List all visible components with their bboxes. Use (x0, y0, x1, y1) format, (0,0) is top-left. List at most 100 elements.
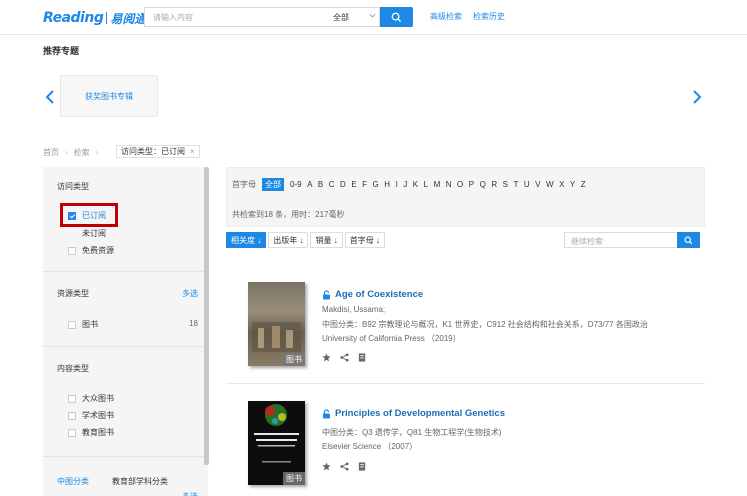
checkbox[interactable] (68, 428, 76, 437)
letter-p[interactable]: P (469, 180, 474, 189)
search-input[interactable]: 请输入内容 全部 (144, 7, 380, 27)
logo-text-cn: 易阅通 (110, 11, 147, 26)
carousel-prev-icon[interactable] (45, 90, 55, 104)
letter-filter: 首字母 全部 0-9 A B C D E F G H I J K L M N O… (232, 178, 591, 191)
letter-b[interactable]: B (318, 180, 323, 189)
letter-j[interactable]: J (403, 180, 407, 189)
resource-badge: 图书 (283, 353, 305, 366)
tab-moe-classification[interactable]: 教育部学科分类 (112, 476, 168, 487)
tab-clc-classification[interactable]: 中图分类 (57, 476, 89, 487)
cite-icon[interactable] (358, 462, 366, 471)
letter-c[interactable]: C (329, 180, 335, 189)
chevron-right-icon: › (95, 148, 99, 157)
result-title[interactable]: Age of Coexistence (322, 289, 423, 300)
close-icon[interactable]: × (190, 147, 195, 156)
favorite-icon[interactable] (322, 462, 331, 471)
search-button[interactable] (380, 7, 413, 27)
letter-s[interactable]: S (503, 180, 508, 189)
checkbox[interactable] (68, 246, 76, 255)
breadcrumb: 首页 › 检索 › (43, 147, 104, 158)
letter-l[interactable]: L (424, 180, 428, 189)
search-history-link[interactable]: 检索历史 (473, 11, 505, 22)
search-scope-select[interactable]: 全部 (333, 12, 349, 23)
logo-text-en: Reading (43, 10, 104, 26)
search-within-button[interactable] (677, 232, 700, 248)
divider (43, 271, 204, 272)
letter-y[interactable]: Y (570, 180, 575, 189)
favorite-icon[interactable] (322, 353, 331, 362)
letter-x[interactable]: X (559, 180, 564, 189)
breadcrumb-search[interactable]: 检索 (74, 147, 90, 158)
letter-k[interactable]: K (413, 180, 418, 189)
facet-option-label: 免费资源 (82, 246, 114, 255)
letter-g[interactable]: G (373, 180, 379, 189)
chevron-down-icon[interactable] (369, 12, 376, 19)
letter-h[interactable]: H (384, 180, 390, 189)
multi-select-link[interactable]: 多选 (182, 288, 198, 299)
sort-bar: 相关度 ↓ 出版年 ↓ 销量 ↓ 首字母 ↓ (226, 232, 387, 248)
letter-o[interactable]: O (457, 180, 463, 189)
lock-open-icon (323, 408, 330, 418)
share-icon[interactable] (340, 353, 349, 362)
letter-q[interactable]: Q (480, 180, 486, 189)
carousel-next-icon[interactable] (692, 90, 702, 104)
facet-title-access: 访问类型 (57, 182, 89, 191)
sort-relevance-button[interactable]: 相关度 ↓ (226, 232, 267, 248)
book-cover[interactable]: 图书 (248, 282, 305, 366)
letter-d[interactable]: D (340, 180, 346, 189)
letter-t[interactable]: T (513, 180, 518, 189)
chevron-right-icon: › (65, 148, 68, 157)
divider (226, 383, 705, 384)
sort-sales-button[interactable]: 销量 ↓ (310, 232, 343, 248)
letter-e[interactable]: E (351, 180, 356, 189)
topic-card-label: 获奖图书专辑 (85, 91, 133, 101)
search-within-input[interactable]: 继续检索 (564, 232, 678, 248)
facet-option-academic[interactable]: 学术图书 (68, 410, 114, 421)
letter-a[interactable]: A (307, 180, 312, 189)
letter-r[interactable]: R (491, 180, 497, 189)
breadcrumb-home[interactable]: 首页 (43, 147, 59, 158)
topic-card[interactable]: 获奖图书专辑 (60, 75, 158, 117)
facet-option-free[interactable]: 免费资源 (68, 245, 114, 256)
checkbox[interactable] (68, 320, 76, 329)
lock-open-icon (323, 289, 330, 299)
facet-option-unsubscribed[interactable]: 未订阅 (68, 228, 106, 239)
sort-letter-button[interactable]: 首字母 ↓ (344, 232, 385, 248)
result-title-text: Principles of Developmental Genetics (335, 408, 505, 419)
letter-w[interactable]: W (546, 180, 554, 189)
letter-0-9[interactable]: 0-9 (290, 180, 302, 189)
site-logo[interactable]: Reading 易阅通 (43, 9, 146, 27)
advanced-search-link[interactable]: 高级检索 (430, 11, 462, 22)
facet-option-book[interactable]: 图书 (68, 319, 98, 330)
letter-i[interactable]: I (396, 180, 398, 189)
checkbox[interactable] (68, 394, 76, 403)
search-icon (391, 12, 402, 22)
facet-option-popular[interactable]: 大众图书 (68, 393, 114, 404)
letter-all[interactable]: 全部 (262, 178, 284, 191)
result-actions (322, 462, 375, 471)
sort-year-button[interactable]: 出版年 ↓ (268, 232, 309, 248)
share-icon[interactable] (340, 462, 349, 471)
result-author: Makdisi, Ussama; (322, 305, 386, 314)
letter-n[interactable]: N (446, 180, 452, 189)
facet-option-education[interactable]: 教育图书 (68, 427, 114, 438)
result-actions (322, 353, 375, 362)
cite-icon[interactable] (358, 353, 366, 362)
filter-tag[interactable]: 访问类型：已订阅 × (116, 145, 200, 158)
letter-u[interactable]: U (524, 180, 530, 189)
letter-v[interactable]: V (535, 180, 540, 189)
result-publisher: Elsevier Science （2007） (322, 442, 418, 451)
sidebar-scrollbar[interactable] (204, 167, 209, 465)
result-title[interactable]: Principles of Developmental Genetics (322, 408, 505, 419)
book-cover[interactable]: 图书 (248, 401, 305, 485)
letter-m[interactable]: M (434, 180, 441, 189)
letter-f[interactable]: F (362, 180, 367, 189)
highlight-annotation (60, 203, 118, 227)
result-classification: 中图分类：Q3 遗传学，Q81 生物工程学(生物技术) (322, 428, 502, 437)
multi-select-link[interactable]: 多选 (182, 491, 198, 496)
checkbox[interactable] (68, 411, 76, 420)
letter-z[interactable]: Z (581, 180, 586, 189)
result-publisher: University of California Press （2019） (322, 334, 461, 343)
logo-separator (106, 12, 108, 24)
result-classification: 中图分类：B92 宗教理论与概况，K1 世界史，C912 社会结构和社会关系，D… (322, 320, 648, 329)
